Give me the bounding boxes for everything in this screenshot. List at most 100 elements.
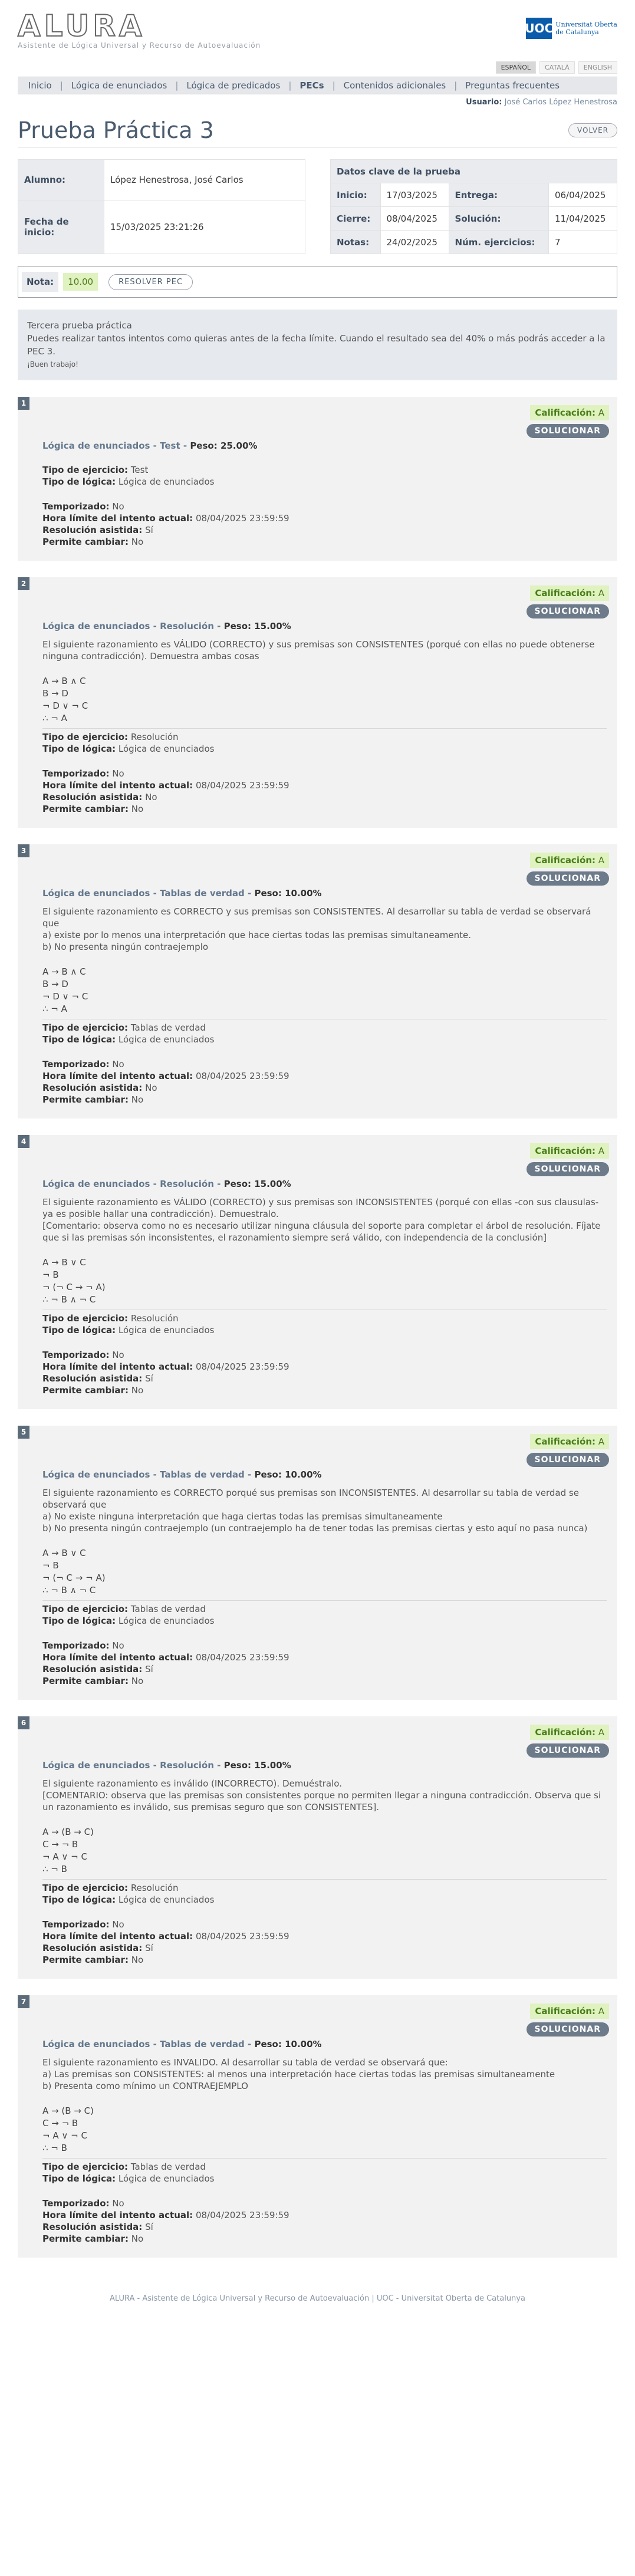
meta-label: Tipo de ejercicio: (42, 1604, 129, 1614)
can-change-value: No (131, 1094, 144, 1105)
resolve-pec-button[interactable]: RESOLVER PEC (108, 274, 193, 290)
divider (42, 728, 607, 729)
exercise-meta: Tipo de ejercicio: Resolución Tipo de ló… (42, 731, 607, 815)
exercise-grade: Calificación: A (530, 1725, 609, 1740)
meta-label: Temporizado: (42, 768, 110, 779)
exercise-heading[interactable]: Lógica de enunciados - Resolución - Peso… (42, 1760, 607, 1771)
exercise-area: Lógica de enunciados (42, 440, 150, 451)
statement-line: a) existe por lo menos una interpretació… (42, 930, 472, 940)
user-name[interactable]: José Carlos López Henestrosa (505, 98, 617, 107)
exercise-heading[interactable]: Lógica de enunciados - Tablas de verdad … (42, 888, 607, 899)
exercise-grade: Calificación: A (530, 853, 609, 868)
uoc-logo[interactable]: UOC Universitat Oberta de Catalunya (525, 18, 617, 39)
grade-letter: A (598, 2006, 604, 2016)
nav-inicio[interactable]: Inicio (20, 80, 60, 91)
meta-label: Resolución asistida: (42, 1664, 143, 1674)
student-name: López Henestrosa, José Carlos (104, 159, 305, 200)
grade-letter: A (598, 1146, 604, 1156)
user-label: Usuario: (466, 98, 502, 107)
meta-label: Temporizado: (42, 2198, 110, 2209)
exercise-meta: Tipo de ejercicio: Resolución Tipo de ló… (42, 1882, 607, 1966)
exercise-heading[interactable]: Lógica de enunciados - Tablas de verdad … (42, 2039, 607, 2049)
nav-logica-enunciados[interactable]: Lógica de enunciados (63, 80, 176, 91)
info-section: Alumno: López Henestrosa, José Carlos Fe… (18, 159, 618, 255)
exercise-statement: El siguiente razonamiento es VÁLIDO (COR… (42, 639, 607, 662)
exercise-number: 7 (18, 1995, 29, 2008)
exercise-heading[interactable]: Lógica de enunciados - Resolución - Peso… (42, 1179, 607, 1189)
premise: ¬ (¬ C → ¬ A) (42, 1572, 106, 1583)
grade-letter: A (598, 1436, 604, 1447)
meta-label: Tipo de ejercicio: (42, 1883, 129, 1893)
meta-label: Resolución asistida: (42, 2222, 143, 2232)
key-cierre-value: 08/04/2025 (380, 206, 449, 231)
start-date-value: 15/03/2025 23:21:26 (104, 199, 305, 255)
can-change-value: No (131, 537, 144, 547)
exercise-heading[interactable]: Lógica de enunciados - Test - Peso: 25.0… (42, 440, 607, 451)
deadline-value: 08/04/2025 23:59:59 (195, 1071, 289, 1081)
premises: A → (B → C) C → ¬ B ¬ A ∨ ¬ C ∴ ¬ B (42, 2105, 607, 2154)
solve-button[interactable]: SOLUCIONAR (526, 424, 609, 438)
lang-es[interactable]: ESPAÑOL (495, 61, 536, 74)
can-change-value: No (131, 1385, 144, 1396)
solve-button[interactable]: SOLUCIONAR (526, 1453, 609, 1467)
meta-label: Tipo de ejercicio: (42, 732, 129, 742)
solve-button[interactable]: SOLUCIONAR (526, 1162, 609, 1176)
grade-label: Calificación: (535, 1727, 595, 1738)
exercise-heading[interactable]: Lógica de enunciados - Resolución - Peso… (42, 621, 607, 631)
exercise-type: Tablas de verdad (130, 1022, 206, 1033)
exercise-type: Tablas de verdad (130, 1604, 206, 1614)
nav-contenidos[interactable]: Contenidos adicionales (335, 80, 455, 91)
exercise-weight: 15.00% (254, 1760, 291, 1771)
weight-label: Peso: (223, 1760, 251, 1771)
can-change-value: No (131, 1676, 144, 1686)
deadline-value: 08/04/2025 23:59:59 (195, 1361, 289, 1372)
alura-logo[interactable]: ALURA Asistente de Lógica Universal y Re… (17, 11, 261, 50)
footer: ALURA - Asistente de Lógica Universal y … (110, 2294, 525, 2303)
exercise-card: 1 Calificación: A SOLUCIONAR Lógica de e… (18, 397, 617, 561)
weight-label: Peso: (254, 1469, 282, 1480)
premise: A → B ∧ C (42, 966, 86, 977)
solve-button[interactable]: SOLUCIONAR (526, 1743, 609, 1758)
statement-line: a) No existe ninguna interpretación que … (42, 1511, 443, 1522)
weight-label: Peso: (190, 440, 218, 451)
exercise-card: 7 Calificación: A SOLUCIONAR Lógica de e… (18, 1995, 617, 2258)
premise: ¬ B (42, 1269, 59, 1280)
exercise-statement: El siguiente razonamiento es INVALIDO. A… (42, 2057, 607, 2092)
meta-label: Tipo de lógica: (42, 2173, 116, 2184)
exercise-heading[interactable]: Lógica de enunciados - Tablas de verdad … (42, 1469, 607, 1480)
nav-faq[interactable]: Preguntas frecuentes (457, 80, 568, 91)
back-button[interactable]: VOLVER (568, 123, 617, 137)
exercise-area: Lógica de enunciados (42, 888, 150, 899)
lang-en[interactable]: ENGLISH (578, 61, 617, 74)
deadline-value: 08/04/2025 23:59:59 (195, 1652, 289, 1663)
nav-pecs[interactable]: PECs (291, 80, 332, 91)
exercise-list: 1 Calificación: A SOLUCIONAR Lógica de e… (18, 397, 617, 2258)
statement-line: El siguiente razonamiento es inválido (I… (42, 1778, 342, 1789)
exercise-actions: Calificación: A SOLUCIONAR (526, 853, 609, 886)
lang-ca[interactable]: CATALÀ (539, 61, 575, 74)
premise: ¬ A ∨ ¬ C (42, 2130, 87, 2141)
exercise-actions: Calificación: A SOLUCIONAR (526, 2003, 609, 2037)
exercise-actions: Calificación: A SOLUCIONAR (526, 1143, 609, 1176)
meta-label: Resolución asistida: (42, 525, 143, 535)
exercise-kind: Tablas de verdad (160, 888, 245, 899)
meta-label: Tipo de lógica: (42, 1034, 116, 1045)
exercise-type: Test (130, 465, 149, 475)
solve-button[interactable]: SOLUCIONAR (526, 871, 609, 886)
premise: ∴ ¬ B (42, 2143, 67, 2153)
key-cierre-label: Cierre: (330, 206, 381, 231)
solve-button[interactable]: SOLUCIONAR (526, 604, 609, 618)
nav-logica-predicados[interactable]: Lógica de predicados (178, 80, 288, 91)
assisted-value: Sí (145, 2222, 153, 2232)
statement-line: El siguiente razonamiento es CORRECTO po… (42, 1488, 579, 1510)
exercise-kind: Tablas de verdad (160, 2039, 245, 2049)
statement-line: El siguiente razonamiento es VÁLIDO (COR… (42, 639, 595, 662)
key-inicio-value: 17/03/2025 (380, 183, 449, 207)
solve-button[interactable]: SOLUCIONAR (526, 2022, 609, 2037)
meta-label: Resolución asistida: (42, 1083, 143, 1093)
grade-value: 10.00 (63, 273, 98, 291)
